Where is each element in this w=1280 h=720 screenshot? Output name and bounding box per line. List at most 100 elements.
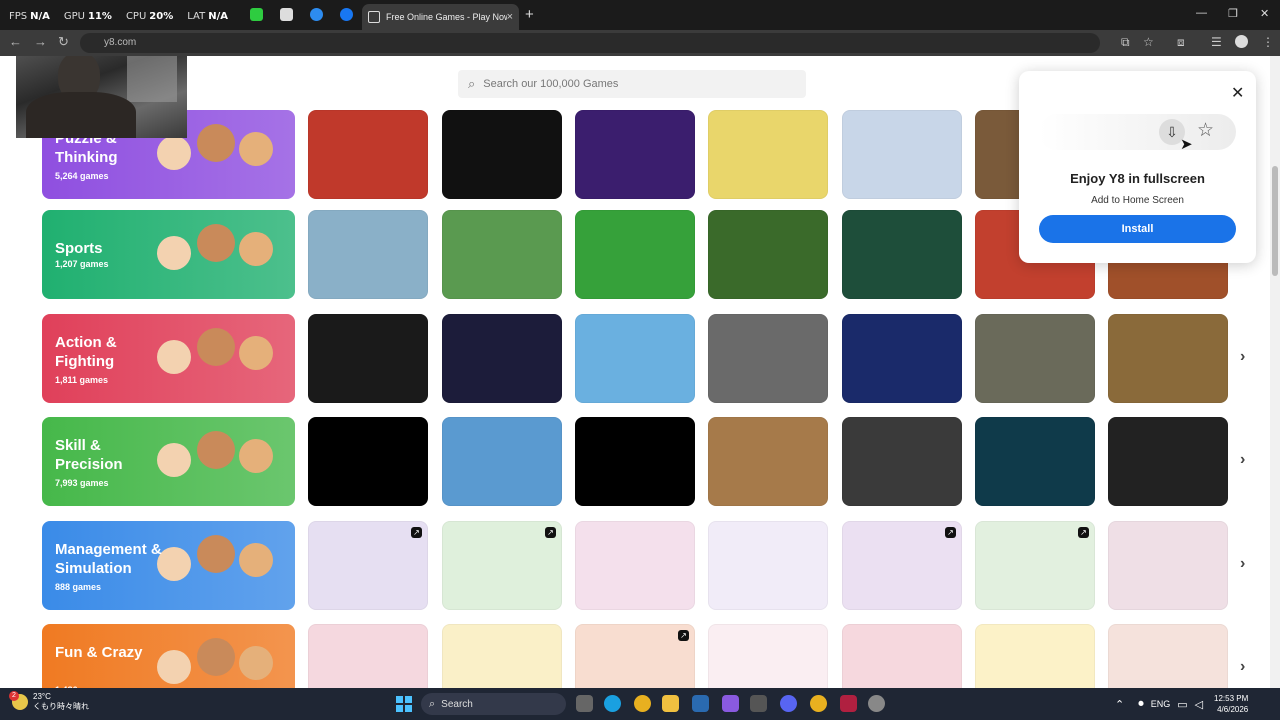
- category-title: Action & Fighting: [55, 334, 117, 370]
- reading-list-icon[interactable]: ☰: [1211, 35, 1222, 49]
- game-thumbnail[interactable]: [975, 314, 1095, 403]
- row-next-arrow-icon[interactable]: ›: [1240, 451, 1245, 469]
- game-thumbnail[interactable]: [708, 417, 828, 506]
- game-thumbnail[interactable]: [575, 210, 695, 299]
- store-icon[interactable]: [750, 695, 767, 712]
- category-card[interactable]: Sports 1,207 games: [42, 210, 295, 299]
- game-thumbnail[interactable]: ↗: [975, 521, 1095, 610]
- game-thumbnail[interactable]: [308, 417, 428, 506]
- search-input[interactable]: ⌕ Search our 100,000 Games: [458, 70, 806, 98]
- file-explorer-icon[interactable]: [662, 695, 679, 712]
- game-thumbnail[interactable]: [442, 210, 562, 299]
- facebook-tab-icon[interactable]: [340, 8, 353, 21]
- game-thumbnail[interactable]: [842, 624, 962, 688]
- pinned-tab-icon[interactable]: [250, 8, 263, 21]
- game-thumbnail[interactable]: [442, 624, 562, 688]
- taskbar-search[interactable]: ⌕ Search: [421, 693, 566, 715]
- game-thumbnail[interactable]: [442, 110, 562, 199]
- scrollbar-thumb[interactable]: [1272, 166, 1278, 276]
- app-icon[interactable]: [840, 695, 857, 712]
- language-indicator[interactable]: ENG: [1151, 699, 1171, 709]
- pinned-tab-icon[interactable]: [310, 8, 323, 21]
- game-thumbnail[interactable]: ↗: [575, 624, 695, 688]
- game-thumbnail[interactable]: ↗: [842, 521, 962, 610]
- profile-avatar[interactable]: [1235, 35, 1248, 48]
- network-icon[interactable]: ▭: [1177, 698, 1187, 711]
- install-app-icon[interactable]: ⧉: [1121, 35, 1130, 50]
- category-card[interactable]: Action & Fighting 1,811 games: [42, 314, 295, 403]
- game-thumbnail[interactable]: [1108, 624, 1228, 688]
- game-thumbnail[interactable]: [842, 110, 962, 199]
- mouse-cursor-icon: ➤: [1180, 136, 1193, 153]
- copilot-icon[interactable]: [722, 695, 739, 712]
- game-thumbnail[interactable]: [842, 210, 962, 299]
- minimize-button[interactable]: —: [1196, 7, 1207, 19]
- cpu-label: CPU: [125, 10, 147, 22]
- game-thumbnail[interactable]: [975, 624, 1095, 688]
- active-tab[interactable]: Free Online Games - Play Now ×: [362, 4, 519, 30]
- tab-close-icon[interactable]: ×: [507, 11, 513, 23]
- gpu-label: GPU: [63, 10, 86, 22]
- menu-icon[interactable]: ⋮: [1262, 35, 1274, 49]
- tray-chevron-icon[interactable]: ⌃: [1115, 698, 1124, 711]
- pinned-tab-icon[interactable]: [280, 8, 293, 21]
- settings-icon[interactable]: [868, 695, 885, 712]
- game-thumbnail[interactable]: ↗: [442, 521, 562, 610]
- game-thumbnail[interactable]: [308, 110, 428, 199]
- bookmark-star-icon[interactable]: ☆: [1143, 35, 1154, 49]
- game-thumbnail[interactable]: [308, 210, 428, 299]
- game-thumbnail[interactable]: [708, 624, 828, 688]
- game-thumbnail[interactable]: [842, 314, 962, 403]
- game-thumbnail[interactable]: [975, 417, 1095, 506]
- steam-icon[interactable]: [692, 695, 709, 712]
- volume-icon[interactable]: ◁: [1195, 698, 1203, 711]
- discord-icon[interactable]: [780, 695, 797, 712]
- game-thumbnail[interactable]: [1108, 314, 1228, 403]
- address-field[interactable]: y8.com: [80, 33, 1100, 53]
- edge-icon[interactable]: [604, 695, 621, 712]
- weather-icon: 2: [9, 691, 28, 710]
- row-next-arrow-icon[interactable]: ›: [1240, 658, 1245, 676]
- chrome-icon[interactable]: [810, 695, 827, 712]
- category-card[interactable]: Management & Simulation 888 games: [42, 521, 295, 610]
- game-thumbnail[interactable]: [575, 417, 695, 506]
- forward-button[interactable]: →: [34, 34, 47, 49]
- game-thumbnail[interactable]: [708, 210, 828, 299]
- back-button[interactable]: ←: [9, 34, 22, 49]
- game-thumbnail[interactable]: [442, 314, 562, 403]
- game-thumbnail[interactable]: [308, 624, 428, 688]
- category-card[interactable]: Skill & Precision 7,993 games: [42, 417, 295, 506]
- row-next-arrow-icon[interactable]: ›: [1240, 555, 1245, 573]
- game-thumbnail[interactable]: [708, 110, 828, 199]
- game-thumbnail[interactable]: [1108, 417, 1228, 506]
- reload-button[interactable]: ↻: [58, 34, 69, 50]
- game-thumbnail[interactable]: [308, 314, 428, 403]
- system-tray: ⌃ ⏺ ENG ▭ ◁: [1108, 688, 1203, 720]
- weather-widget[interactable]: 2 23°C くもり時々晴れ: [9, 691, 89, 712]
- install-button[interactable]: Install: [1039, 215, 1236, 243]
- popup-close-button[interactable]: ✕: [1231, 83, 1244, 103]
- game-thumbnail[interactable]: [442, 417, 562, 506]
- microphone-icon[interactable]: ⏺: [1138, 698, 1144, 711]
- star-icon[interactable]: ☆: [1197, 119, 1214, 142]
- task-view-icon[interactable]: [576, 695, 593, 712]
- windows-start-icon[interactable]: [396, 696, 412, 712]
- new-tab-button[interactable]: +: [525, 6, 534, 23]
- search-icon: ⌕: [468, 76, 476, 91]
- restore-button[interactable]: ❐: [1228, 7, 1238, 20]
- page-scrollbar[interactable]: [1270, 56, 1280, 688]
- extensions-icon[interactable]: ⧈: [1177, 35, 1185, 50]
- clock[interactable]: 12:53 PM 4/6/2026: [1214, 693, 1248, 715]
- game-thumbnail[interactable]: ↗: [308, 521, 428, 610]
- game-thumbnail[interactable]: [708, 314, 828, 403]
- chrome-icon[interactable]: [634, 695, 651, 712]
- game-thumbnail[interactable]: [842, 417, 962, 506]
- game-thumbnail[interactable]: [575, 110, 695, 199]
- game-thumbnail[interactable]: [1108, 521, 1228, 610]
- row-next-arrow-icon[interactable]: ›: [1240, 348, 1245, 366]
- game-thumbnail[interactable]: [575, 521, 695, 610]
- close-window-button[interactable]: ✕: [1260, 7, 1269, 20]
- category-card[interactable]: Fun & Crazy 1,486 games: [42, 624, 295, 688]
- game-thumbnail[interactable]: [575, 314, 695, 403]
- game-thumbnail[interactable]: [708, 521, 828, 610]
